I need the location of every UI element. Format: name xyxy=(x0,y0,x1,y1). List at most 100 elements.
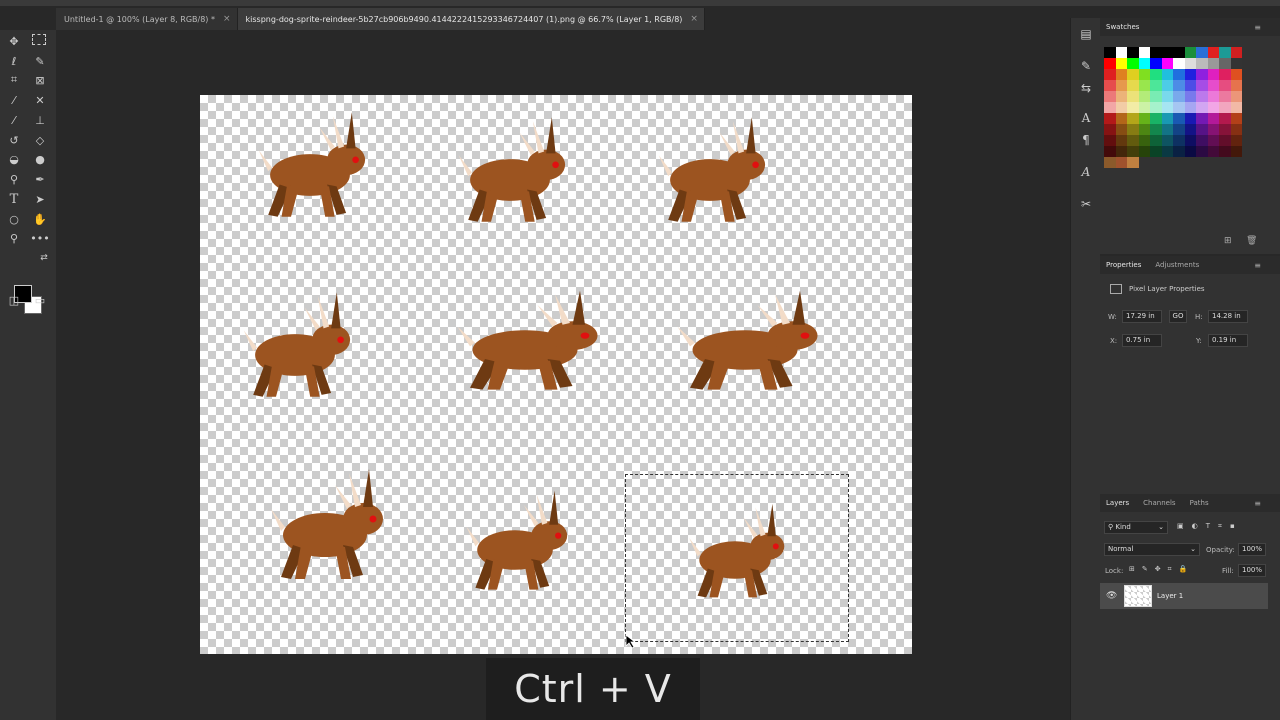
color-swatch[interactable] xyxy=(1104,113,1116,124)
blend-mode-select[interactable]: Normal ⌄ xyxy=(1104,543,1200,556)
swap-colors-icon[interactable]: ⇄ xyxy=(36,251,52,265)
brush-icon[interactable]: ⁄ xyxy=(6,113,22,127)
history-icon[interactable]: ▤ xyxy=(1077,26,1095,42)
color-swatch[interactable] xyxy=(1150,80,1162,91)
eyedropper-icon[interactable]: ⁄ xyxy=(6,93,22,107)
lock-icons[interactable]: ⊞✎✥⌗🔒 xyxy=(1129,565,1194,574)
color-swatch[interactable] xyxy=(1161,146,1173,157)
color-swatch[interactable] xyxy=(1184,146,1196,157)
color-swatch[interactable] xyxy=(1138,80,1150,91)
color-swatch[interactable] xyxy=(1150,47,1162,58)
marquee-selection[interactable] xyxy=(625,474,849,642)
color-swatch[interactable] xyxy=(1104,124,1116,135)
color-swatch[interactable] xyxy=(1219,113,1231,124)
close-icon[interactable]: × xyxy=(223,14,231,24)
color-swatch[interactable] xyxy=(1230,113,1242,124)
color-swatch[interactable] xyxy=(1138,113,1150,124)
new-swatch-icon[interactable]: ⊞ xyxy=(1224,236,1232,246)
color-swatch[interactable] xyxy=(1104,135,1116,146)
bucket-icon[interactable]: ◒ xyxy=(6,152,22,166)
color-swatch[interactable] xyxy=(1138,135,1150,146)
color-swatch[interactable] xyxy=(1230,69,1242,80)
panel-menu-icon[interactable]: ≡ xyxy=(1254,261,1261,270)
trash-icon[interactable]: 🗑 xyxy=(1246,236,1257,246)
brush-settings-icon[interactable]: ✎ xyxy=(1077,58,1095,74)
color-swatch[interactable] xyxy=(1161,69,1173,80)
color-swatch[interactable] xyxy=(1207,91,1219,102)
color-swatch[interactable] xyxy=(1230,47,1242,58)
color-swatch[interactable] xyxy=(1219,124,1231,135)
color-swatch[interactable] xyxy=(1184,58,1196,69)
color-swatch[interactable] xyxy=(1161,91,1173,102)
color-swatch[interactable] xyxy=(1104,146,1116,157)
color-swatch[interactable] xyxy=(1219,69,1231,80)
color-swatch[interactable] xyxy=(1173,91,1185,102)
color-swatch[interactable] xyxy=(1161,80,1173,91)
color-swatch[interactable] xyxy=(1196,124,1208,135)
fill-field[interactable]: 100% xyxy=(1238,564,1266,577)
color-swatch[interactable] xyxy=(1207,113,1219,124)
tab-properties[interactable]: Properties xyxy=(1106,261,1141,269)
color-swatch[interactable] xyxy=(1196,80,1208,91)
color-swatch[interactable] xyxy=(1196,135,1208,146)
color-swatch[interactable] xyxy=(1184,69,1196,80)
color-swatch[interactable] xyxy=(1138,69,1150,80)
shape-icon[interactable]: ○ xyxy=(6,212,22,226)
color-swatch[interactable] xyxy=(1127,135,1139,146)
frame-icon[interactable]: ⊠ xyxy=(32,73,48,87)
color-swatch[interactable] xyxy=(1115,69,1127,80)
color-swatch[interactable] xyxy=(1219,58,1231,69)
color-swatch[interactable] xyxy=(1150,146,1162,157)
color-swatch[interactable] xyxy=(1115,91,1127,102)
color-swatch[interactable] xyxy=(1104,47,1116,58)
layer-row[interactable]: 👁 Layer 1 xyxy=(1100,583,1268,609)
tab-paths[interactable]: Paths xyxy=(1190,499,1209,507)
color-swatch[interactable] xyxy=(1104,91,1116,102)
color-swatch[interactable] xyxy=(1173,124,1185,135)
crop-icon[interactable]: ⌗ xyxy=(6,73,22,87)
blur-icon[interactable]: ● xyxy=(32,152,48,166)
color-swatch[interactable] xyxy=(1207,102,1219,113)
color-swatch[interactable] xyxy=(1196,69,1208,80)
glyphs-icon[interactable]: A xyxy=(1077,164,1095,180)
color-swatch[interactable] xyxy=(1161,58,1173,69)
filter-kind-select[interactable]: ⚲ Kind ⌄ xyxy=(1104,521,1168,534)
color-swatch[interactable] xyxy=(1230,102,1242,113)
opacity-field[interactable]: 100% xyxy=(1238,543,1266,556)
color-swatch[interactable] xyxy=(1104,80,1116,91)
paragraph-icon[interactable]: ¶ xyxy=(1077,132,1095,148)
color-swatch[interactable] xyxy=(1115,146,1127,157)
history-brush-icon[interactable]: ↺ xyxy=(6,133,22,147)
color-swatch[interactable] xyxy=(1196,146,1208,157)
color-swatch[interactable] xyxy=(1150,58,1162,69)
tab-untitled-1[interactable]: Untitled-1 @ 100% (Layer 8, RGB/8) * × xyxy=(56,8,238,30)
color-swatch[interactable] xyxy=(1207,47,1219,58)
color-swatch[interactable] xyxy=(1161,47,1173,58)
tab-reindeer-png[interactable]: kisspng-dog-sprite-reindeer-5b27cb906b94… xyxy=(237,8,705,30)
color-swatch[interactable] xyxy=(1127,47,1139,58)
color-swatch[interactable] xyxy=(1219,91,1231,102)
path-select-icon[interactable]: ➤ xyxy=(32,192,48,206)
screen-mode-icon[interactable]: ▭ xyxy=(32,293,48,307)
color-swatch[interactable] xyxy=(1207,124,1219,135)
color-swatch[interactable] xyxy=(1184,91,1196,102)
color-swatch[interactable] xyxy=(1184,113,1196,124)
color-swatch[interactable] xyxy=(1150,91,1162,102)
color-swatch[interactable] xyxy=(1184,80,1196,91)
color-swatch[interactable] xyxy=(1184,135,1196,146)
color-swatch[interactable] xyxy=(1127,58,1139,69)
color-swatch[interactable] xyxy=(1184,124,1196,135)
color-swatch[interactable] xyxy=(1115,157,1127,168)
color-swatch[interactable] xyxy=(1196,47,1208,58)
quick-mask-icon[interactable]: ◫ xyxy=(6,293,22,307)
color-swatch[interactable] xyxy=(1207,146,1219,157)
tools-icon[interactable]: ✂ xyxy=(1077,196,1095,212)
dodge-icon[interactable]: ⚲ xyxy=(6,172,22,186)
color-swatch[interactable] xyxy=(1115,124,1127,135)
adjust-icon[interactable]: ⇆ xyxy=(1077,80,1095,96)
healing-icon[interactable]: ✕ xyxy=(32,93,48,107)
panel-menu-icon[interactable]: ≡ xyxy=(1254,499,1261,508)
color-swatch[interactable] xyxy=(1115,113,1127,124)
color-swatch[interactable] xyxy=(1230,124,1242,135)
stamp-icon[interactable]: ⊥ xyxy=(32,113,48,127)
